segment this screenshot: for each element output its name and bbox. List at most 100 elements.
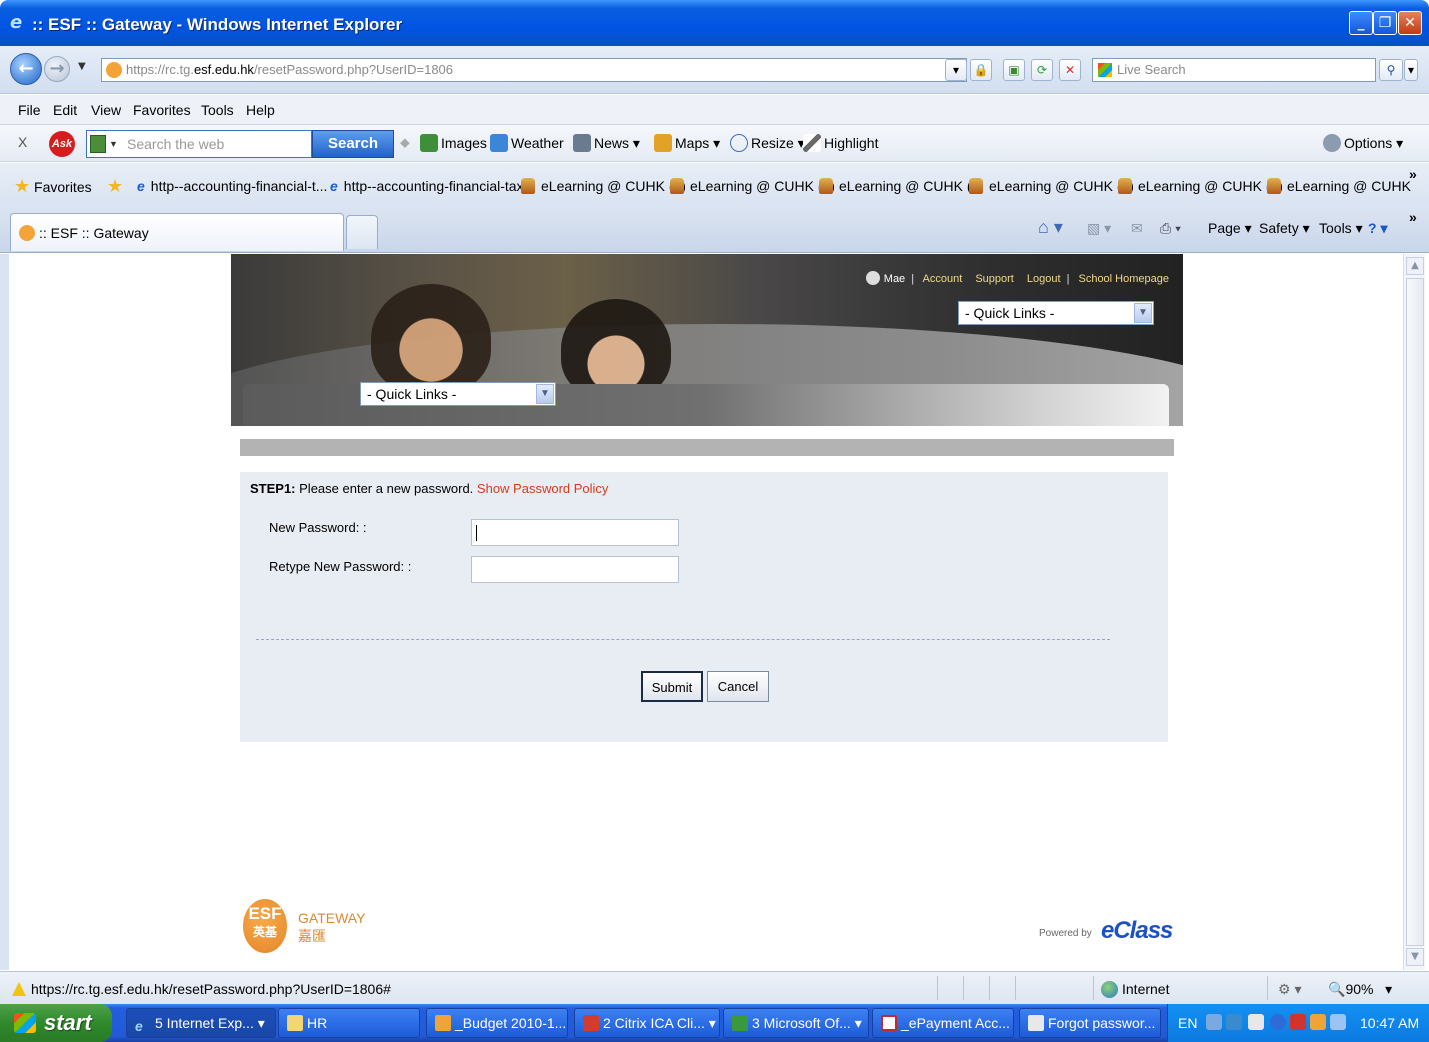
menu-tools[interactable]: Tools: [201, 102, 234, 118]
fav-link-8[interactable]: eLearning @ CUHK: [1267, 178, 1411, 194]
cancel-button[interactable]: Cancel: [707, 671, 769, 702]
fav-link-4[interactable]: eLearning @ CUHK (5): [670, 178, 835, 194]
print-icon[interactable]: ⎙ ▾: [1160, 220, 1181, 237]
feeds-icon[interactable]: ▧ ▾: [1087, 220, 1111, 237]
citrix-tray-icon[interactable]: [1290, 1014, 1306, 1030]
task-forgot-password[interactable]: Forgot passwor...: [1019, 1008, 1161, 1038]
toolbar-weather[interactable]: Weather: [490, 134, 564, 152]
menu-help[interactable]: Help: [246, 102, 275, 118]
task-hr[interactable]: HR: [278, 1008, 420, 1038]
task-microsoft-office[interactable]: 3 Microsoft Of... ▾: [723, 1008, 869, 1038]
fav-link-1[interactable]: e http--accounting-financial-t...: [137, 178, 327, 194]
recent-pages-dropdown-icon[interactable]: ▼: [78, 61, 86, 72]
toolbar-options[interactable]: Options ▾: [1323, 134, 1403, 152]
citrix-icon: [583, 1015, 599, 1031]
close-button[interactable]: ✕: [1398, 11, 1422, 35]
toolbar-resize[interactable]: Resize ▾: [730, 134, 805, 152]
network-icon[interactable]: [1226, 1014, 1242, 1030]
task-budget[interactable]: _Budget 2010-1...: [426, 1008, 568, 1038]
tab-esf-gateway[interactable]: :: ESF :: Gateway: [10, 213, 344, 251]
pen-icon[interactable]: [1206, 1014, 1222, 1030]
address-bar[interactable]: https://rc.tg.esf.edu.hk/resetPassword.p…: [101, 58, 967, 82]
new-password-field[interactable]: [471, 519, 679, 546]
tools-menu[interactable]: Tools ▾: [1319, 220, 1363, 237]
toolbar-images[interactable]: Images: [420, 134, 487, 152]
back-button[interactable]: ←: [10, 53, 42, 85]
vertical-scrollbar[interactable]: ▲ ▼: [1403, 254, 1425, 970]
ask-search-input[interactable]: ▼ Search the web: [86, 130, 312, 158]
zoom-control[interactable]: 🔍90% ▾: [1328, 981, 1392, 998]
help-icon[interactable]: ? ▾: [1368, 220, 1387, 237]
maps-icon: [654, 134, 672, 152]
quick-links-select-top[interactable]: - Quick Links - ▼: [958, 301, 1154, 325]
ask-logo-icon[interactable]: Ask: [49, 131, 75, 157]
search-options-dropdown-icon[interactable]: ▾: [1404, 59, 1418, 81]
clock[interactable]: 10:47 AM: [1360, 1015, 1419, 1031]
support-link[interactable]: Support: [975, 273, 1014, 285]
volume-icon[interactable]: [1330, 1014, 1346, 1030]
toolbar-news[interactable]: News ▾: [573, 134, 640, 152]
show-password-policy-link[interactable]: Show Password Policy: [477, 481, 609, 496]
scroll-thumb[interactable]: [1406, 278, 1424, 946]
scroll-up-icon[interactable]: ▲: [1406, 257, 1424, 275]
new-tab-button[interactable]: [346, 215, 378, 249]
address-dropdown-icon[interactable]: ▾: [945, 59, 967, 81]
fav-link-2[interactable]: e http--accounting-financial-tax: [330, 178, 524, 194]
start-button[interactable]: start: [0, 1004, 112, 1042]
account-link[interactable]: Account: [923, 273, 963, 285]
quick-links-select-nav[interactable]: - Quick Links - ▼: [360, 382, 556, 406]
task-epayment[interactable]: _ePayment Acc...: [872, 1008, 1014, 1038]
lock-icon[interactable]: 🔒: [970, 59, 992, 81]
minimize-button[interactable]: _: [1349, 11, 1373, 35]
menu-favorites[interactable]: Favorites: [133, 102, 191, 118]
forward-button[interactable]: →: [44, 56, 70, 82]
tab-row: :: ESF :: Gateway ⌂ ▾ ▧ ▾ ✉ ⎙ ▾ Page ▾ S…: [0, 207, 1429, 253]
retype-password-field[interactable]: [471, 556, 679, 583]
fav-link-7[interactable]: eLearning @ CUHK (2): [1118, 178, 1283, 194]
engine-dropdown-icon[interactable]: ▼: [109, 131, 118, 157]
retype-password-label: Retype New Password: :: [269, 559, 412, 574]
restore-button[interactable]: ❐: [1373, 11, 1397, 35]
fav-link-3[interactable]: eLearning @ CUHK (6): [521, 178, 686, 194]
section-header-bar: [240, 439, 1174, 456]
protected-mode-icon[interactable]: ⚙ ▾: [1278, 981, 1301, 998]
refresh-icon[interactable]: ⟳: [1031, 59, 1053, 81]
toolbar-close-button[interactable]: X: [18, 134, 27, 150]
task-citrix[interactable]: 2 Citrix ICA Cli... ▾: [574, 1008, 720, 1038]
logout-link[interactable]: Logout: [1027, 273, 1061, 285]
search-icon[interactable]: ⚲: [1379, 59, 1403, 81]
language-indicator[interactable]: EN: [1178, 1015, 1197, 1031]
pdf-icon: [881, 1015, 897, 1031]
favorites-button[interactable]: ★ Favorites: [14, 176, 92, 197]
quick-links-top-value: - Quick Links -: [965, 305, 1055, 321]
security-zone[interactable]: Internet: [1122, 981, 1169, 997]
safety-menu[interactable]: Safety ▾: [1259, 220, 1310, 237]
toolbar-maps[interactable]: Maps ▾: [654, 134, 720, 152]
favorites-overflow-icon[interactable]: »: [1409, 166, 1417, 182]
submit-button[interactable]: Submit: [641, 671, 703, 702]
compatibility-icon[interactable]: ▣: [1003, 59, 1025, 81]
add-favorite-button[interactable]: ★: [107, 176, 123, 197]
commandbar-overflow-icon[interactable]: »: [1409, 209, 1417, 225]
live-search-input[interactable]: Live Search: [1092, 58, 1376, 82]
ask-search-button[interactable]: Search: [312, 130, 394, 158]
calendar-tray-icon[interactable]: [1310, 1014, 1326, 1030]
fav-link-6[interactable]: eLearning @ CUHK (3): [969, 178, 1134, 194]
stop-icon[interactable]: ✕: [1059, 59, 1081, 81]
task-internet-explorer[interactable]: e5 Internet Exp... ▾: [126, 1008, 276, 1038]
search-engine-icon[interactable]: [90, 135, 106, 153]
scroll-down-icon[interactable]: ▼: [1406, 948, 1424, 966]
back-tray-icon[interactable]: [1270, 1014, 1286, 1030]
fav-link-5[interactable]: eLearning @ CUHK (4): [819, 178, 984, 194]
menu-file[interactable]: File: [18, 102, 41, 118]
resize-icon: [730, 134, 748, 152]
images-icon: [420, 134, 438, 152]
menu-edit[interactable]: Edit: [53, 102, 77, 118]
home-icon[interactable]: ⌂ ▾: [1038, 217, 1063, 238]
school-homepage-link[interactable]: School Homepage: [1078, 273, 1169, 285]
help-tray-icon[interactable]: [1248, 1014, 1264, 1030]
toolbar-highlight[interactable]: Highlight: [803, 134, 878, 152]
menu-view[interactable]: View: [91, 102, 121, 118]
mail-icon[interactable]: ✉: [1131, 220, 1143, 237]
page-menu[interactable]: Page ▾: [1208, 220, 1252, 237]
